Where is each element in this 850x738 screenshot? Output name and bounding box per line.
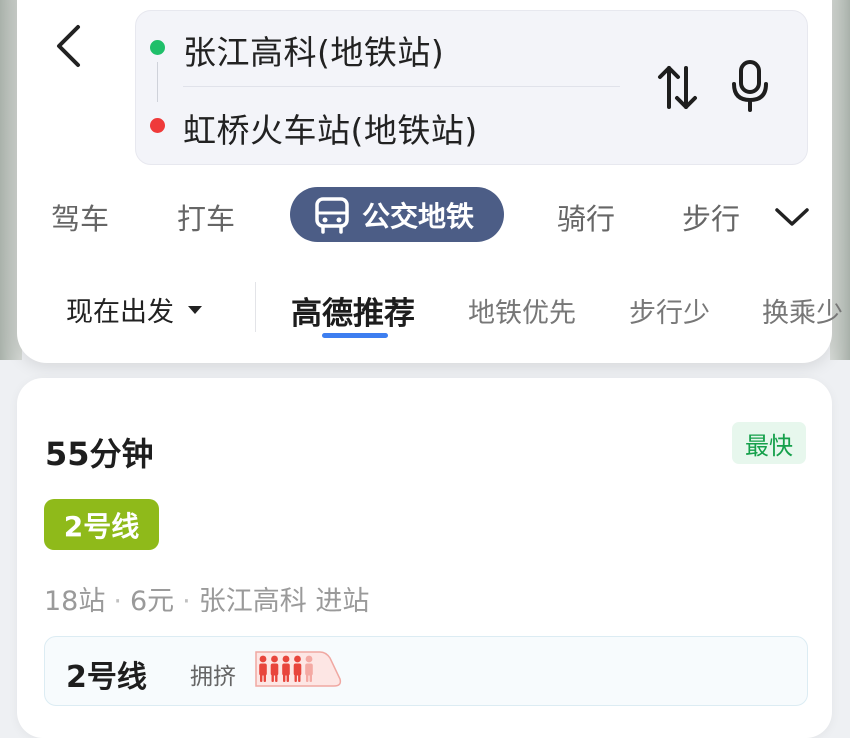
- destination-dot: [150, 118, 165, 133]
- microphone-icon: [732, 60, 768, 112]
- mode-tab-transit[interactable]: 公交地铁: [290, 187, 504, 242]
- line-badge: 2号线: [44, 499, 159, 550]
- route-divider: [183, 86, 620, 87]
- fastest-badge: 最快: [732, 422, 806, 464]
- sort-fewer-transfers[interactable]: 换乘少: [762, 291, 843, 330]
- mode-tab-transit-label: 公交地铁: [362, 199, 475, 233]
- boarding-station: 张江高科 进站: [198, 586, 370, 617]
- route-segment[interactable]: [44, 636, 808, 706]
- swap-button[interactable]: [655, 60, 700, 115]
- destination-input[interactable]: 虹桥火车站(地铁站): [183, 104, 478, 152]
- stop-count: 18站: [44, 586, 106, 617]
- origin-dot: [150, 40, 165, 55]
- mode-tab-taxi[interactable]: 打车: [177, 196, 235, 238]
- expand-modes-button[interactable]: [772, 200, 812, 234]
- origin-input[interactable]: 张江高科(地铁站): [183, 26, 444, 74]
- depart-time-label: 现在出发: [66, 297, 174, 328]
- sort-subway-first[interactable]: 地铁优先: [468, 291, 576, 330]
- dropdown-triangle-icon: [188, 305, 202, 314]
- sort-active-indicator: [322, 333, 388, 338]
- filter-separator: [255, 282, 256, 332]
- crowd-label: 拥挤: [190, 664, 236, 690]
- mode-tab-walk[interactable]: 步行: [682, 196, 740, 238]
- fare: 6元: [129, 586, 175, 617]
- mode-tab-bike[interactable]: 骑行: [557, 196, 615, 238]
- route-meta: 18站 · 6元 · 张江高科 进站: [44, 586, 370, 617]
- voice-input-button[interactable]: [727, 58, 773, 114]
- swap-arrows-icon: [658, 66, 697, 109]
- route-connector-line: [157, 62, 158, 102]
- crowd-level-icon: [254, 649, 342, 689]
- sort-recommended[interactable]: 高德推荐: [291, 288, 415, 333]
- back-button[interactable]: [48, 20, 88, 72]
- chevron-down-icon: [775, 208, 809, 226]
- sort-less-walk[interactable]: 步行少: [629, 291, 710, 330]
- mode-tab-drive[interactable]: 驾车: [51, 196, 109, 238]
- segment-line-name: 2号线: [66, 660, 147, 695]
- back-arrow-icon: [57, 25, 80, 67]
- bus-icon: [315, 196, 349, 234]
- depart-time-dropdown[interactable]: 现在出发: [66, 290, 202, 329]
- route-duration: 55分钟: [45, 435, 154, 473]
